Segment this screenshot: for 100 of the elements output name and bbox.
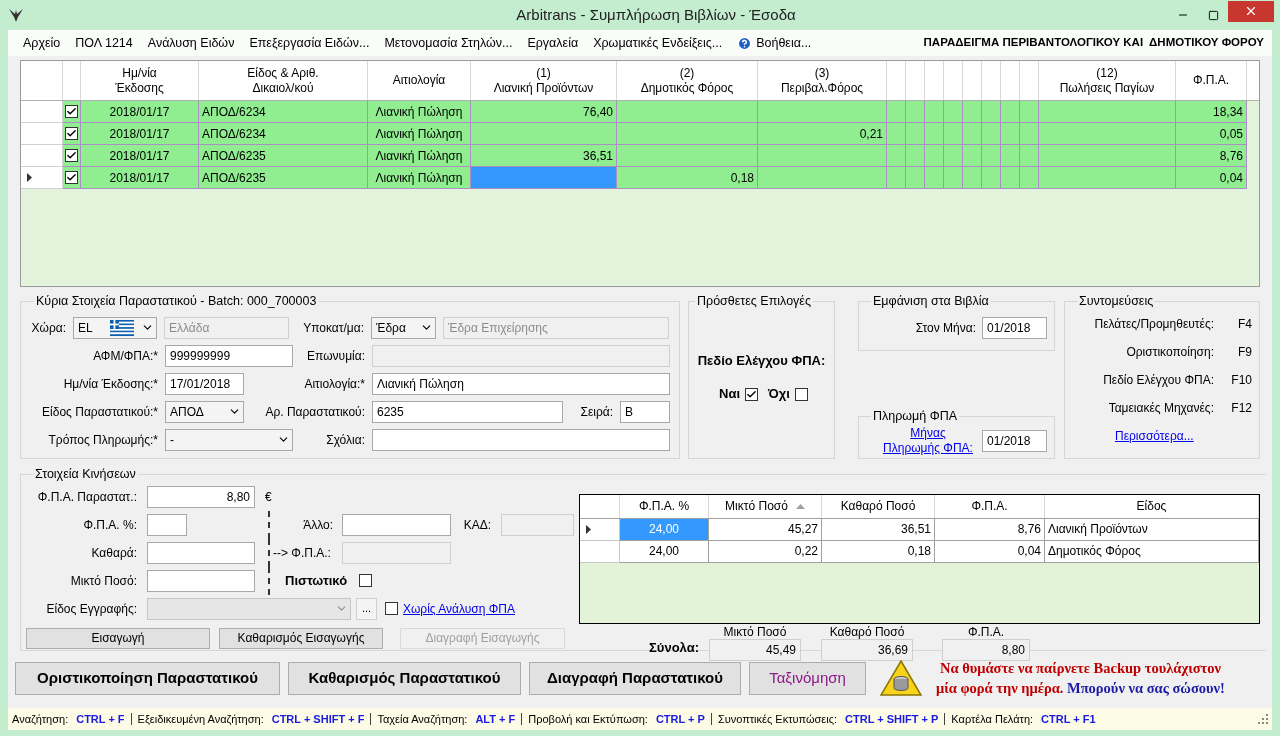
table-cell[interactable] (944, 167, 963, 189)
table-cell[interactable] (1039, 123, 1176, 145)
column-header[interactable]: Φ.Π.Α. % (620, 494, 709, 518)
column-header[interactable]: (2) Δημοτικός Φόρος (617, 61, 758, 100)
table-cell[interactable] (906, 145, 925, 167)
table-cell[interactable] (1039, 101, 1176, 123)
table-cell[interactable] (1020, 145, 1039, 167)
input-field[interactable]: 6235 (372, 400, 563, 423)
column-header[interactable]: (12) Πωλήσεις Παγίων (1039, 61, 1176, 100)
checkbox[interactable] (65, 127, 78, 140)
table-cell[interactable]: 36,51 (822, 518, 935, 541)
row-header[interactable] (580, 518, 620, 541)
table-cell[interactable] (471, 167, 617, 189)
checkbox[interactable] (794, 387, 808, 401)
table-cell[interactable] (471, 123, 617, 145)
input-field[interactable]: 8,80 (147, 485, 255, 508)
action-button[interactable]: Οριστικοποίηση Παραστατικού (15, 661, 280, 695)
table-cell[interactable] (963, 123, 982, 145)
table-cell[interactable] (906, 123, 925, 145)
table-cell[interactable]: 0,05 (1176, 123, 1247, 145)
table-cell[interactable] (758, 167, 887, 189)
table-cell[interactable] (758, 145, 887, 167)
input-field[interactable] (147, 569, 255, 592)
column-header[interactable]: Αιτιολογία (368, 61, 471, 100)
menu-item[interactable]: Εργαλεία (520, 33, 586, 53)
dropdown[interactable]: EL (73, 316, 157, 339)
checkbox[interactable] (65, 105, 78, 118)
table-cell[interactable]: Λιανική Πώληση (368, 167, 471, 189)
column-header[interactable]: Είδος & Αριθ. Δικαιολ/κού (199, 61, 368, 100)
table-cell[interactable] (1020, 167, 1039, 189)
checkbox[interactable] (65, 149, 78, 162)
table-cell[interactable]: 76,40 (471, 101, 617, 123)
table-cell[interactable] (944, 145, 963, 167)
action-button[interactable]: Καθαρισμός Παραστατικού (288, 661, 521, 695)
table-cell[interactable]: 45,27 (709, 518, 822, 541)
checkbox[interactable] (65, 171, 78, 184)
dropdown[interactable]: ΑΠΟΔ (165, 400, 244, 423)
table-cell[interactable]: ΑΠΟΔ/6234 (199, 101, 368, 123)
table-cell[interactable] (617, 145, 758, 167)
action-button[interactable]: Ταξινόμηση (749, 661, 866, 695)
close-button[interactable] (1228, 0, 1274, 22)
table-cell[interactable] (1001, 101, 1020, 123)
table-cell[interactable] (906, 167, 925, 189)
table-cell[interactable] (1039, 167, 1176, 189)
column-header[interactable]: (3) Περιβαλ.Φόρος (758, 61, 887, 100)
input-field[interactable] (147, 513, 187, 536)
table-cell[interactable] (944, 123, 963, 145)
table-cell[interactable] (887, 145, 906, 167)
table-cell[interactable] (982, 167, 1001, 189)
menu-item[interactable]: Επεξεργασία Ειδών... (242, 33, 377, 53)
table-cell[interactable]: 36,51 (471, 145, 617, 167)
input-field[interactable]: Λιανική Πώληση (372, 372, 670, 395)
table-cell[interactable] (887, 123, 906, 145)
menu-item[interactable]: Χρωματικές Ενδείξεις... (586, 33, 730, 53)
table-cell[interactable]: Δημοτικός Φόρος (1045, 540, 1259, 563)
table-cell[interactable]: ΑΠΟΔ/6235 (199, 145, 368, 167)
table-cell[interactable] (906, 101, 925, 123)
table-cell[interactable] (925, 145, 944, 167)
table-cell[interactable] (1020, 101, 1039, 123)
table-cell[interactable] (1001, 145, 1020, 167)
table-cell[interactable] (982, 145, 1001, 167)
table-cell[interactable] (758, 101, 887, 123)
table-cell[interactable] (887, 167, 906, 189)
table-cell[interactable] (1020, 123, 1039, 145)
input-field[interactable]: 01/2018 (982, 316, 1047, 339)
more-link[interactable]: Περισσότερα... (1115, 426, 1253, 445)
input-field[interactable] (372, 428, 670, 451)
table-cell[interactable]: 2018/01/17 (81, 101, 199, 123)
column-header[interactable]: Είδος (1045, 494, 1259, 518)
table-cell[interactable] (982, 123, 1001, 145)
table-cell[interactable]: ΑΠΟΔ/6235 (199, 167, 368, 189)
table-cell[interactable] (963, 101, 982, 123)
table-cell[interactable] (963, 167, 982, 189)
table-cell[interactable]: 2018/01/17 (81, 145, 199, 167)
table-cell[interactable]: 18,34 (1176, 101, 1247, 123)
table-cell[interactable] (925, 123, 944, 145)
total-field[interactable]: 36,69 (821, 638, 913, 661)
checkbox[interactable] (385, 602, 398, 616)
table-cell[interactable] (1039, 145, 1176, 167)
menu-item[interactable]: ΠΟΛ 1214 (68, 33, 140, 53)
table-cell[interactable] (944, 101, 963, 123)
table-cell[interactable] (617, 101, 758, 123)
no-vat-analysis-link[interactable]: Χωρίς Ανάλυση ΦΠΑ (403, 599, 515, 618)
menu-item[interactable]: Βοήθεια... (730, 33, 819, 53)
table-cell[interactable] (925, 167, 944, 189)
column-header[interactable]: Φ.Π.Α. (1176, 61, 1247, 100)
column-header[interactable]: Ημ/νία Έκδοσης (81, 61, 199, 100)
table-cell[interactable] (963, 145, 982, 167)
column-header[interactable]: Καθαρό Ποσό (822, 494, 935, 518)
column-header[interactable]: Μικτό Ποσό (709, 494, 822, 518)
table-cell[interactable]: Λιανική Πώληση (368, 123, 471, 145)
row-header[interactable] (21, 167, 63, 189)
checkbox[interactable] (745, 387, 759, 401)
input-field[interactable]: B (620, 400, 670, 423)
entry-button[interactable]: Εισαγωγή (26, 627, 210, 649)
table-cell[interactable] (617, 123, 758, 145)
input-field[interactable] (342, 513, 451, 536)
action-button[interactable]: Διαγραφή Παραστατικού (529, 661, 741, 695)
table-cell[interactable]: 0,18 (822, 540, 935, 563)
table-cell[interactable]: 2018/01/17 (81, 123, 199, 145)
